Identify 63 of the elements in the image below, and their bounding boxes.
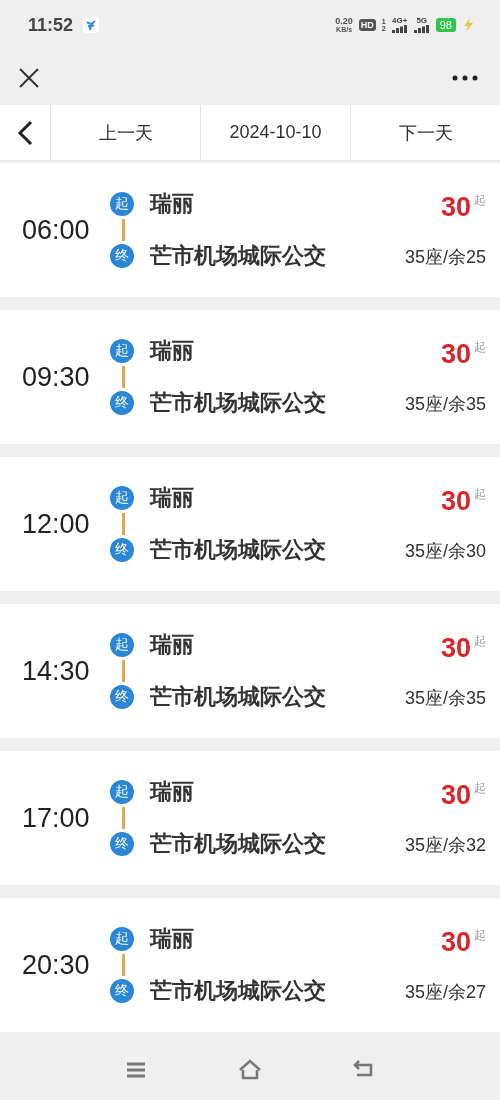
origin-stop: 瑞丽 <box>150 925 195 953</box>
origin-stop: 瑞丽 <box>150 484 195 512</box>
destination-stop: 芒市机场城际公交 <box>150 683 327 711</box>
destination-stop: 芒市机场城际公交 <box>150 977 327 1005</box>
ticket-price: 30 <box>440 779 471 811</box>
home-icon[interactable] <box>237 1058 263 1082</box>
ticket-price: 30 <box>440 926 471 958</box>
price-suffix: 起 <box>474 632 486 650</box>
destination-stop: 芒市机场城际公交 <box>150 536 327 564</box>
start-badge: 起 <box>110 780 134 804</box>
signal-icon <box>391 25 408 33</box>
next-day-button[interactable]: 下一天 <box>350 105 500 160</box>
end-badge: 终 <box>110 979 134 1003</box>
ticket-price: 30 <box>440 338 471 370</box>
network-type: 4G+ <box>392 17 408 25</box>
charging-icon <box>462 18 474 32</box>
more-icon[interactable] <box>452 74 478 81</box>
seat-availability: 35座/余32 <box>404 833 486 857</box>
destination-stop: 芒市机场城际公交 <box>150 389 327 417</box>
departure-time: 12:00 <box>22 508 91 540</box>
seat-availability: 35座/余25 <box>404 245 486 269</box>
network-type: 5G <box>416 17 428 25</box>
start-badge: 起 <box>110 192 134 216</box>
price-suffix: 起 <box>474 485 486 503</box>
seat-availability: 35座/余30 <box>404 539 486 563</box>
date-label[interactable]: 2024-10-10 <box>200 105 350 160</box>
destination-stop: 芒市机场城际公交 <box>150 830 327 858</box>
price-suffix: 起 <box>474 338 486 356</box>
hd-badge: HD <box>358 19 376 31</box>
ticket-price: 30 <box>440 632 471 664</box>
end-badge: 终 <box>110 391 134 415</box>
departure-time: 17:00 <box>22 802 91 834</box>
signal-icon <box>413 25 430 33</box>
status-time: 11:52 <box>28 14 74 36</box>
price-suffix: 起 <box>474 779 486 797</box>
start-badge: 起 <box>110 633 134 657</box>
start-badge: 起 <box>110 339 134 363</box>
origin-stop: 瑞丽 <box>150 190 195 218</box>
seat-availability: 35座/余27 <box>404 980 486 1004</box>
start-badge: 起 <box>110 486 134 510</box>
price-suffix: 起 <box>474 191 486 209</box>
previous-day-button[interactable]: 上一天 <box>50 105 200 160</box>
network-speed: 0.20 <box>335 17 353 26</box>
seat-availability: 35座/余35 <box>404 686 486 710</box>
departure-time: 20:30 <box>22 949 91 981</box>
end-badge: 终 <box>110 244 134 268</box>
origin-stop: 瑞丽 <box>150 778 195 806</box>
departure-time: 14:30 <box>22 655 91 687</box>
departure-time: 06:00 <box>22 214 91 246</box>
ticket-price: 30 <box>440 485 471 517</box>
ticket-price: 30 <box>440 191 471 223</box>
departure-time: 09:30 <box>22 361 91 393</box>
destination-stop: 芒市机场城际公交 <box>150 242 327 270</box>
start-badge: 起 <box>110 927 134 951</box>
battery-level: 98 <box>435 18 456 32</box>
origin-stop: 瑞丽 <box>150 631 195 659</box>
price-suffix: 起 <box>474 926 486 944</box>
seat-availability: 35座/余35 <box>404 392 486 416</box>
end-badge: 终 <box>110 832 134 856</box>
end-badge: 终 <box>110 538 134 562</box>
end-badge: 终 <box>110 685 134 709</box>
close-icon[interactable] <box>18 66 40 89</box>
origin-stop: 瑞丽 <box>150 337 195 365</box>
